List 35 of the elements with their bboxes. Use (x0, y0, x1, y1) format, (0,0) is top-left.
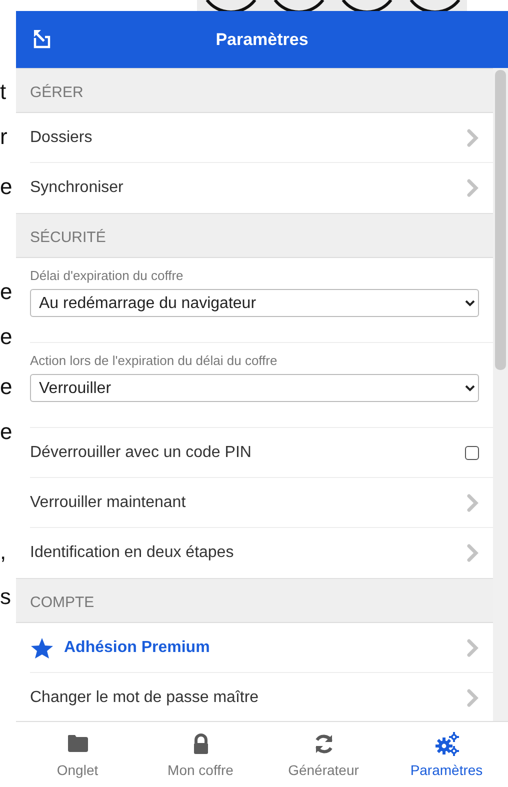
settings-icon (434, 732, 458, 756)
chevron-right-icon (467, 179, 479, 197)
background-text: s (0, 586, 11, 608)
dropdown-field[interactable]: Verrouiller (30, 374, 479, 402)
chevron-right-icon (467, 128, 479, 146)
settings-link[interactable]: Adhésion Premium (30, 623, 493, 673)
section-heading: SÉCURITÉ (30, 229, 106, 246)
popout-icon[interactable] (32, 28, 52, 50)
chevron-right-icon (467, 638, 479, 656)
section-heading: COMPTE (30, 594, 94, 611)
background-text: e (0, 281, 12, 303)
settings-link[interactable]: Synchroniser (30, 163, 493, 213)
background-text: r (0, 126, 8, 148)
background-text: e (0, 421, 12, 443)
background-text: e (0, 176, 12, 198)
background-text: e (0, 326, 12, 348)
settings-link[interactable]: Verrouiller maintenant (30, 478, 493, 528)
settings-link[interactable]: Identification en deux étapes (30, 528, 493, 578)
background-text: t (0, 81, 6, 103)
field-label: Action lors de l'expiration du délai du coffre (30, 353, 278, 368)
settings-link[interactable]: Changer le mot de passe maître (30, 673, 493, 721)
section-heading: GÉRER (30, 84, 84, 101)
dropdown-field[interactable]: Au redémarrage du navigateur (30, 289, 479, 317)
scrollbar-thumb[interactable] (495, 70, 506, 370)
settings-link[interactable]: Dossiers (30, 113, 493, 163)
field-label: Délai d'expiration du coffre (30, 268, 184, 283)
setting-label: Déverrouiller avec un code PIN (30, 444, 252, 462)
chevron-right-icon (467, 689, 479, 707)
background-text: , (0, 541, 6, 563)
page-title: Paramètres (216, 30, 308, 50)
chevron-right-icon (467, 494, 479, 512)
chevron-right-icon (467, 544, 479, 562)
checkbox[interactable] (465, 446, 479, 460)
background-text: e (0, 376, 12, 398)
star-icon (30, 636, 54, 658)
